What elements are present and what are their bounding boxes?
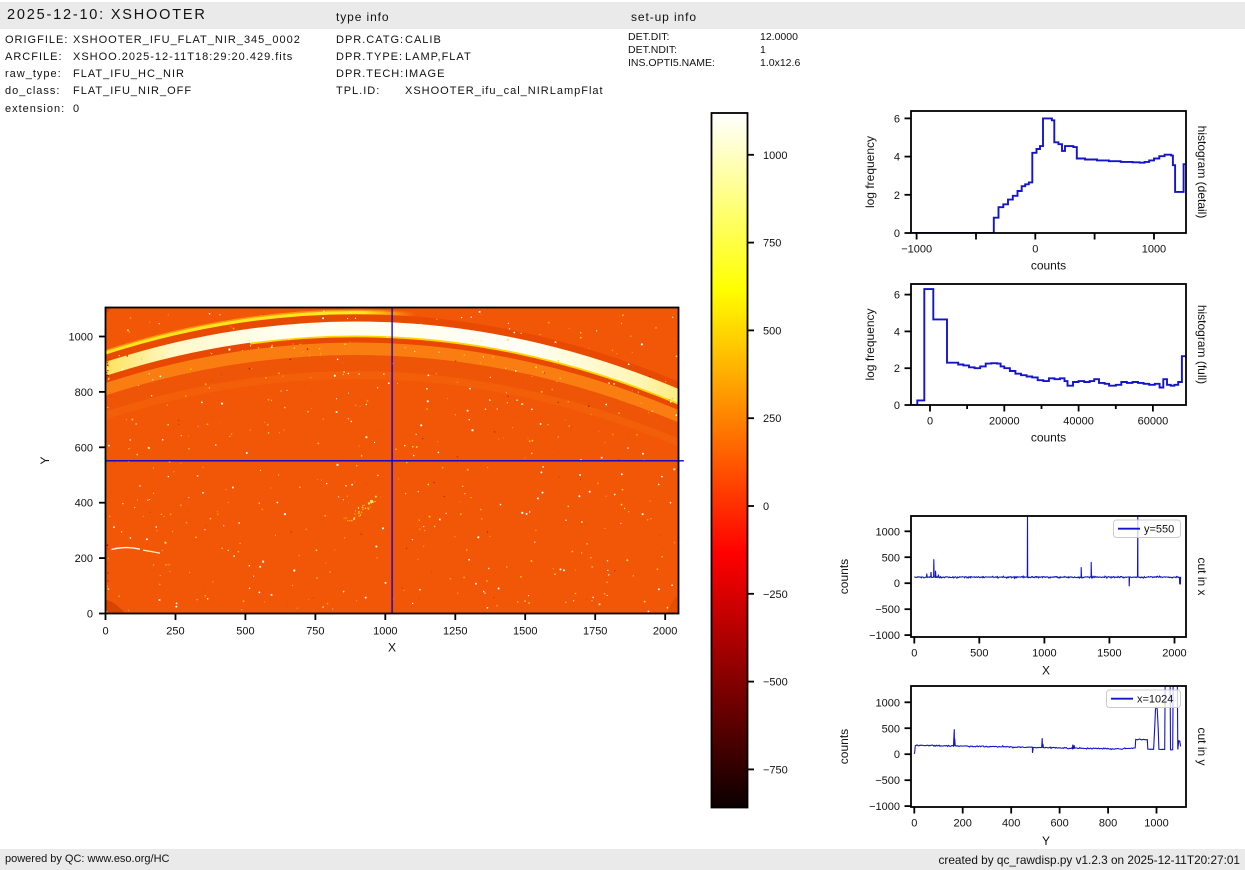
svg-text:400: 400 bbox=[1002, 818, 1020, 830]
svg-text:histogram (detail): histogram (detail) bbox=[1195, 126, 1209, 219]
svg-text:2: 2 bbox=[894, 190, 900, 202]
svg-text:−250: −250 bbox=[763, 589, 788, 601]
svg-text:counts: counts bbox=[1031, 259, 1066, 273]
svg-text:6: 6 bbox=[894, 290, 900, 302]
svg-text:400: 400 bbox=[75, 498, 93, 510]
svg-text:1500: 1500 bbox=[513, 626, 537, 638]
svg-text:250: 250 bbox=[763, 413, 781, 425]
svg-text:1500: 1500 bbox=[1097, 648, 1121, 660]
svg-text:histogram (full): histogram (full) bbox=[1195, 305, 1209, 384]
svg-text:X: X bbox=[1042, 664, 1050, 678]
svg-text:500: 500 bbox=[763, 325, 781, 337]
svg-text:1000: 1000 bbox=[876, 697, 900, 709]
svg-text:−500: −500 bbox=[875, 775, 900, 787]
svg-text:4: 4 bbox=[894, 152, 900, 164]
svg-text:750: 750 bbox=[306, 626, 324, 638]
svg-text:1000: 1000 bbox=[373, 626, 397, 638]
svg-text:1000: 1000 bbox=[1142, 244, 1166, 256]
svg-text:0: 0 bbox=[911, 648, 917, 660]
svg-text:1000: 1000 bbox=[763, 150, 787, 162]
svg-text:200: 200 bbox=[954, 818, 972, 830]
svg-text:cut in y: cut in y bbox=[1195, 727, 1209, 765]
svg-text:0: 0 bbox=[87, 609, 93, 621]
svg-text:0: 0 bbox=[102, 626, 108, 638]
svg-text:0: 0 bbox=[894, 228, 900, 240]
svg-text:1250: 1250 bbox=[443, 626, 467, 638]
svg-text:1000: 1000 bbox=[1144, 818, 1168, 830]
svg-text:800: 800 bbox=[75, 387, 93, 399]
svg-text:0: 0 bbox=[894, 749, 900, 761]
svg-text:2: 2 bbox=[894, 363, 900, 375]
svg-text:600: 600 bbox=[1050, 818, 1068, 830]
svg-text:6: 6 bbox=[894, 113, 900, 125]
svg-text:counts: counts bbox=[837, 559, 851, 594]
svg-text:500: 500 bbox=[882, 723, 900, 735]
svg-text:counts: counts bbox=[1031, 431, 1066, 445]
svg-text:4: 4 bbox=[894, 326, 900, 338]
svg-text:750: 750 bbox=[763, 238, 781, 250]
svg-text:counts: counts bbox=[837, 729, 851, 764]
svg-text:1000: 1000 bbox=[876, 526, 900, 538]
svg-text:200: 200 bbox=[75, 553, 93, 565]
svg-text:−1000: −1000 bbox=[901, 244, 932, 256]
svg-text:0: 0 bbox=[763, 501, 769, 513]
svg-text:−1000: −1000 bbox=[869, 801, 900, 813]
svg-text:600: 600 bbox=[75, 442, 93, 454]
svg-text:500: 500 bbox=[236, 626, 254, 638]
svg-text:1000: 1000 bbox=[1032, 648, 1056, 660]
svg-text:60000: 60000 bbox=[1138, 416, 1169, 428]
svg-text:0: 0 bbox=[894, 400, 900, 412]
svg-text:2000: 2000 bbox=[653, 626, 677, 638]
svg-text:1750: 1750 bbox=[583, 626, 607, 638]
svg-text:250: 250 bbox=[166, 626, 184, 638]
svg-text:y=550: y=550 bbox=[1144, 524, 1174, 536]
svg-text:0: 0 bbox=[1032, 244, 1038, 256]
svg-text:500: 500 bbox=[970, 648, 988, 660]
svg-text:0: 0 bbox=[894, 578, 900, 590]
svg-text:Y: Y bbox=[38, 456, 52, 464]
svg-text:0: 0 bbox=[927, 416, 933, 428]
svg-text:0: 0 bbox=[911, 818, 917, 830]
svg-text:−750: −750 bbox=[763, 764, 788, 776]
svg-text:−500: −500 bbox=[875, 604, 900, 616]
svg-text:−1000: −1000 bbox=[869, 630, 900, 642]
svg-text:−500: −500 bbox=[763, 677, 788, 689]
svg-text:x=1024: x=1024 bbox=[1137, 694, 1173, 706]
svg-text:Y: Y bbox=[1042, 834, 1050, 848]
svg-text:cut in x: cut in x bbox=[1195, 557, 1209, 595]
svg-text:800: 800 bbox=[1099, 818, 1117, 830]
svg-text:log frequency: log frequency bbox=[863, 308, 877, 380]
svg-text:20000: 20000 bbox=[989, 416, 1020, 428]
svg-text:1000: 1000 bbox=[69, 332, 93, 344]
svg-text:40000: 40000 bbox=[1063, 416, 1094, 428]
svg-text:500: 500 bbox=[882, 552, 900, 564]
svg-text:log frequency: log frequency bbox=[863, 136, 877, 208]
svg-text:2000: 2000 bbox=[1162, 648, 1186, 660]
svg-text:X: X bbox=[388, 641, 396, 655]
